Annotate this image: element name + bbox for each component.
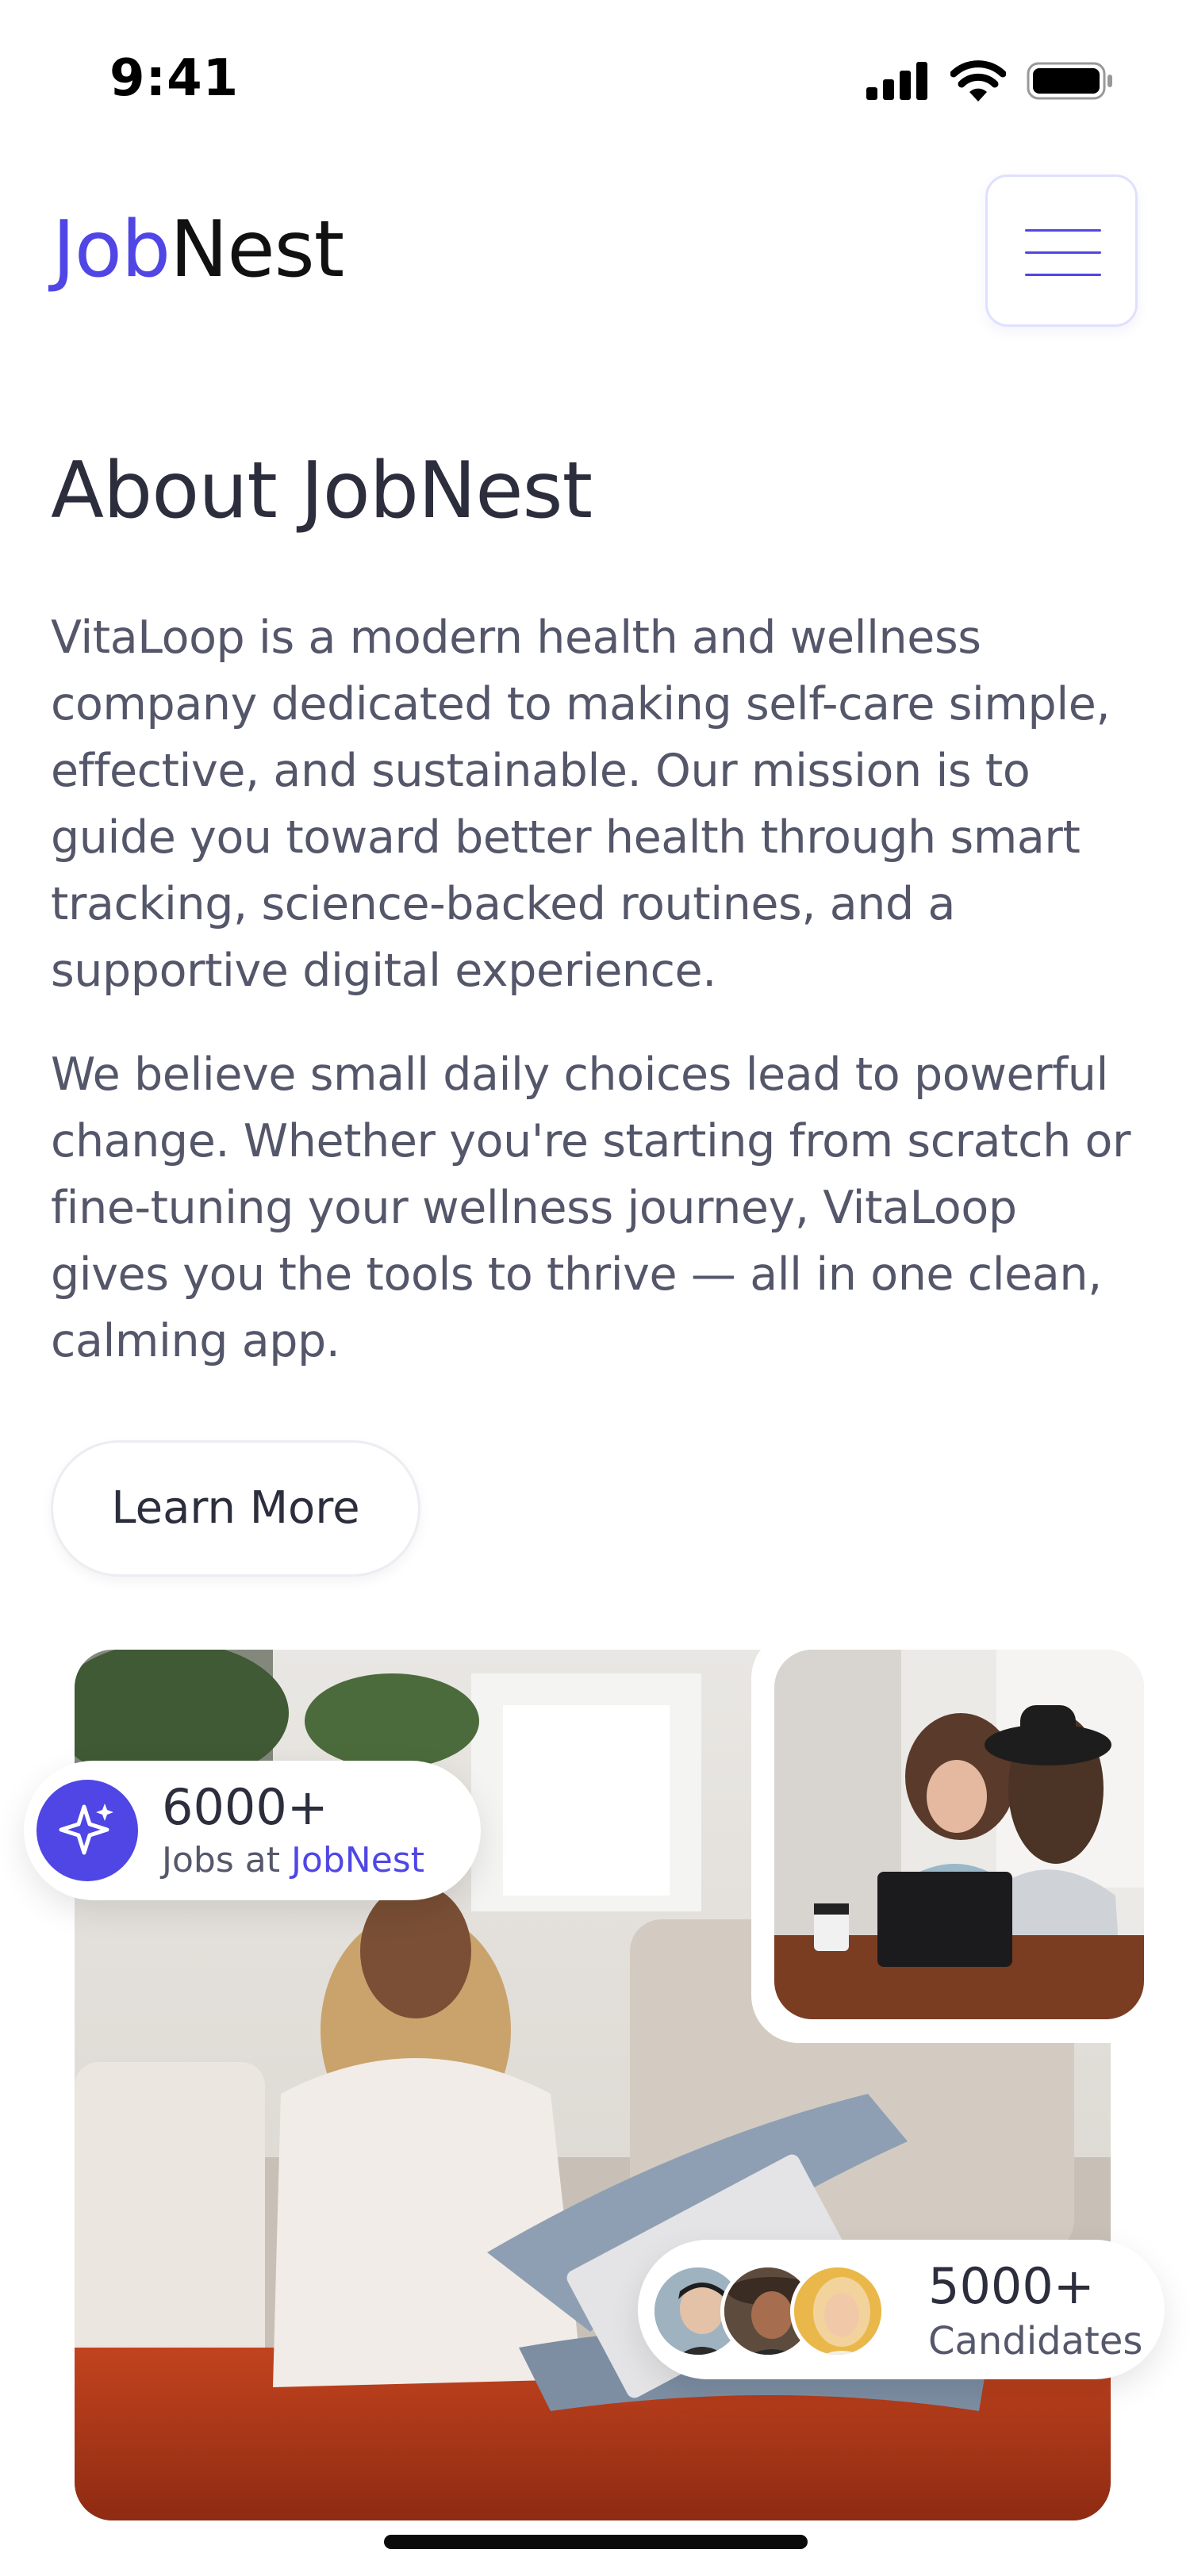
page-title: About JobNest xyxy=(51,446,593,536)
candidates-label: Candidates xyxy=(928,2319,1143,2363)
candidates-stat-badge: 5000+ Candidates xyxy=(638,2240,1165,2379)
about-paragraph-2: We believe small daily choices lead to p… xyxy=(51,1048,1131,1367)
jobs-label-brand: JobNest xyxy=(290,1840,424,1880)
candidates-count: 5000+ xyxy=(928,2257,1095,2315)
logo-part-nest: Nest xyxy=(170,205,344,295)
logo[interactable]: JobNest xyxy=(52,205,344,295)
two-women-laptop-photo xyxy=(774,1650,1144,2019)
jobs-label-prefix: Jobs at xyxy=(162,1840,280,1880)
status-bar: 9:41 xyxy=(0,0,1190,159)
status-time: 9:41 xyxy=(109,49,240,108)
jobs-label: Jobs at JobNest xyxy=(162,1840,424,1880)
wifi-icon xyxy=(950,60,1006,102)
signal-icon xyxy=(866,62,927,100)
avatar xyxy=(790,2264,885,2359)
learn-more-button[interactable]: Learn More xyxy=(51,1440,420,1577)
home-indicator[interactable] xyxy=(384,2535,808,2549)
jobs-count: 6000+ xyxy=(162,1778,328,1836)
battery-icon xyxy=(1027,62,1112,100)
logo-part-job: Job xyxy=(52,205,171,295)
menu-button[interactable] xyxy=(985,174,1138,327)
jobs-stat-badge: 6000+ Jobs at JobNest xyxy=(24,1761,481,1900)
sparkle-icon xyxy=(36,1780,138,1881)
about-paragraph-1: VitaLoop is a modern health and wellness… xyxy=(51,611,1111,997)
